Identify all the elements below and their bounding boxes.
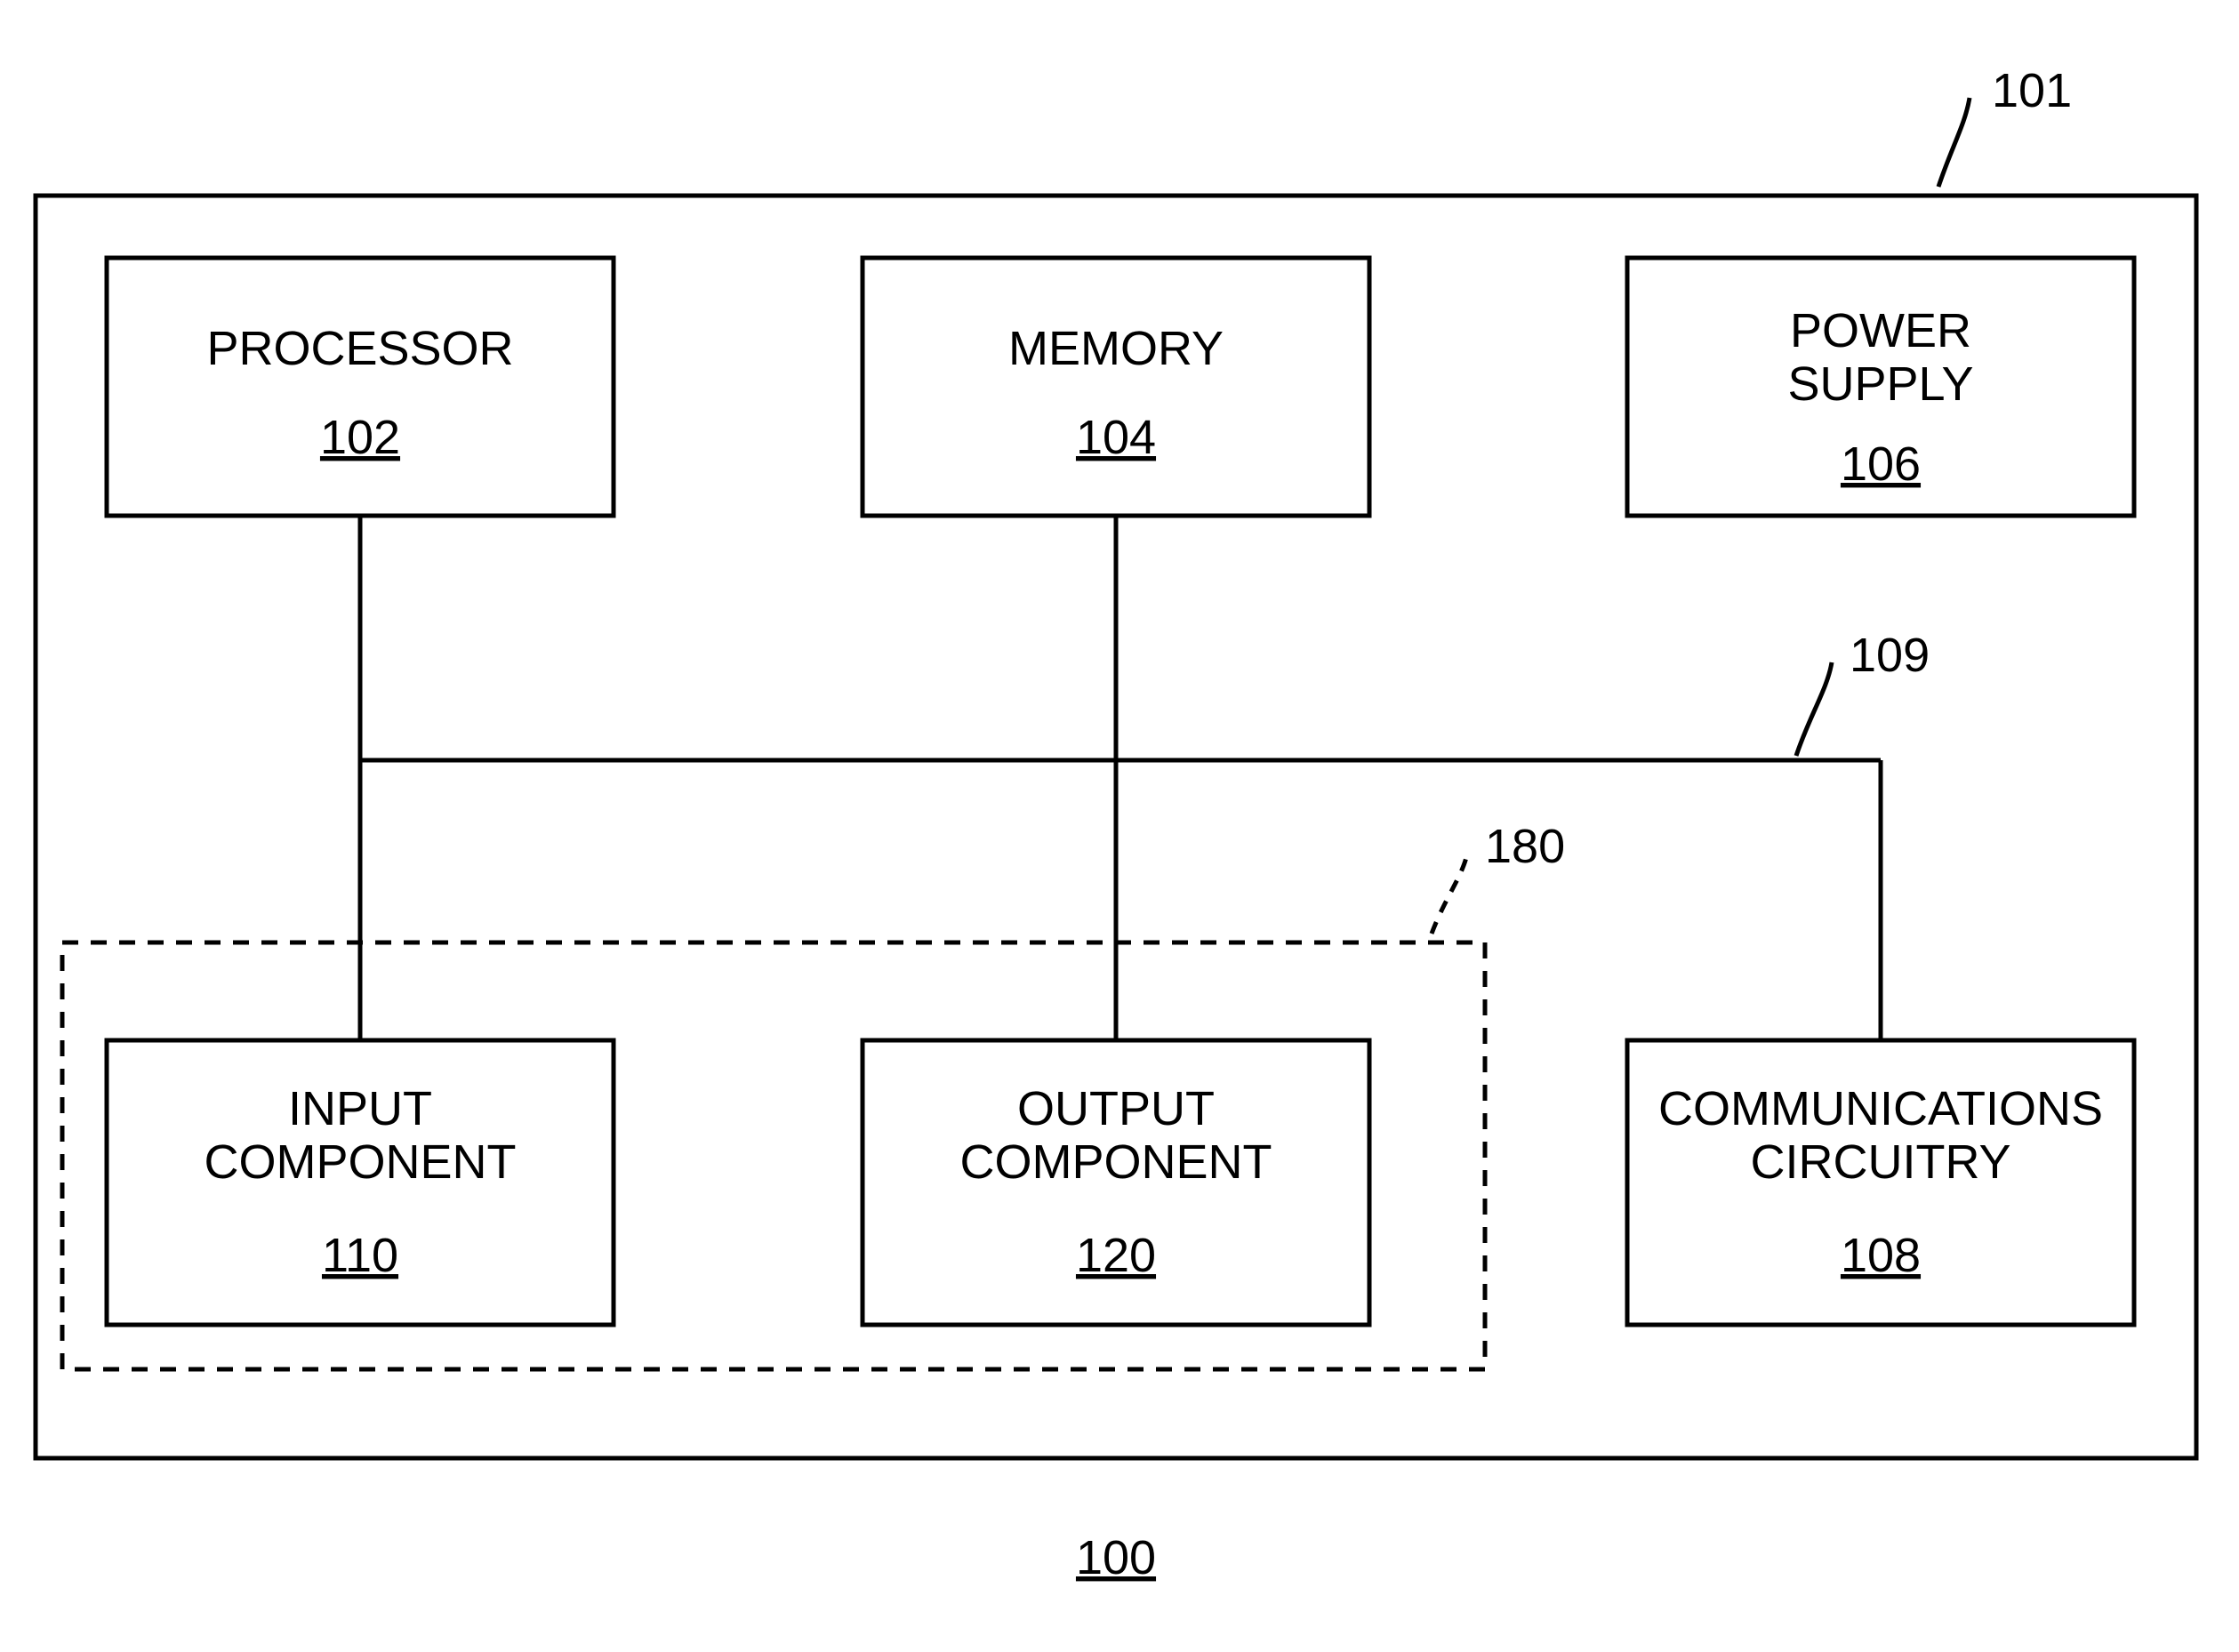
ref-180: 180 xyxy=(1485,820,1565,873)
ref-101: 101 xyxy=(1992,64,2072,117)
lead-101 xyxy=(1938,98,1970,187)
input-label-1: INPUT xyxy=(288,1082,432,1135)
comms-label-1: COMMUNICATIONS xyxy=(1658,1082,2103,1135)
input-label-2: COMPONENT xyxy=(205,1135,517,1189)
ref-109: 109 xyxy=(1850,629,1930,682)
memory-label: MEMORY xyxy=(1008,322,1224,375)
comms-label-2: CIRCUITRY xyxy=(1750,1135,2010,1189)
power-label-2: SUPPLY xyxy=(1787,357,1973,411)
power-label-1: POWER xyxy=(1790,304,1971,357)
input-ref: 110 xyxy=(322,1229,398,1282)
lead-180 xyxy=(1432,854,1467,934)
memory-box xyxy=(863,258,1369,516)
power-ref: 106 xyxy=(1841,437,1921,491)
lead-109 xyxy=(1796,662,1832,756)
processor-label: PROCESSOR xyxy=(206,322,513,375)
comms-ref: 108 xyxy=(1841,1229,1921,1282)
output-label-1: OUTPUT xyxy=(1017,1082,1215,1135)
output-ref: 120 xyxy=(1076,1229,1156,1282)
processor-ref: 102 xyxy=(320,411,400,464)
processor-box xyxy=(107,258,614,516)
output-label-2: COMPONENT xyxy=(960,1135,1272,1189)
block-diagram: 101 PROCESSOR 102 MEMORY 104 POWER SUPPL… xyxy=(0,0,2239,1652)
memory-ref: 104 xyxy=(1076,411,1156,464)
figure-ref: 100 xyxy=(1076,1531,1156,1584)
